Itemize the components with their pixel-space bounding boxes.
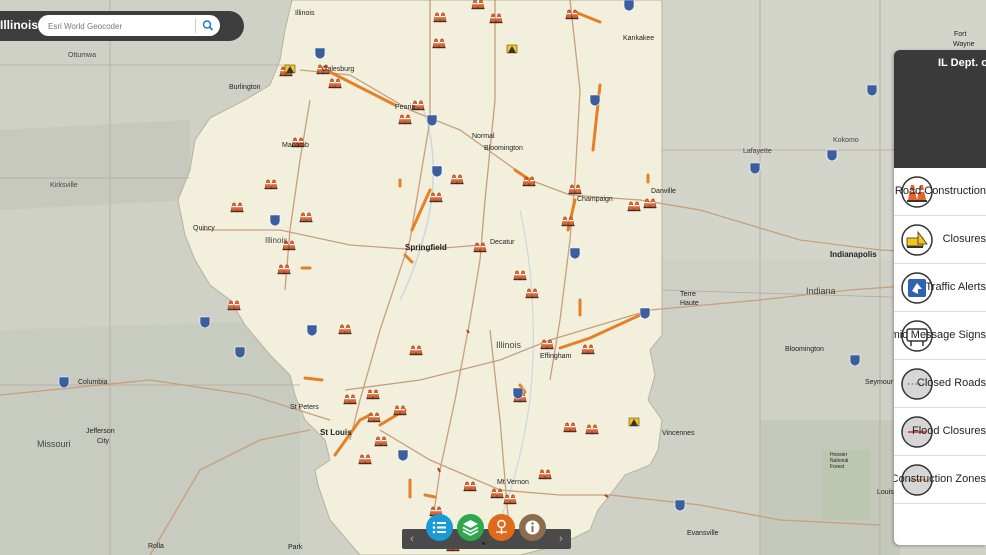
label-galesburg: Galesburg xyxy=(322,66,354,73)
label-illinois-west: Illinois xyxy=(265,236,287,245)
label-decatur: Decatur xyxy=(490,239,515,246)
label-effingham: Effingham xyxy=(540,353,572,360)
label-champaign: Champaign xyxy=(577,196,613,203)
legend-label: Flood Closures xyxy=(912,425,986,437)
toolbar-next-button[interactable]: › xyxy=(556,533,566,545)
app-title: Illinois xyxy=(0,18,39,32)
map-pin-icon xyxy=(496,519,507,534)
search-divider xyxy=(195,18,196,33)
legend-title: IL Dept. of Transportation xyxy=(938,57,986,69)
search-box[interactable] xyxy=(38,15,220,36)
label-indiana: Indiana xyxy=(806,286,836,296)
about-button[interactable] xyxy=(519,514,546,541)
label-kokomo: Kokomo xyxy=(833,137,859,144)
label-jefferson-city-2: City xyxy=(97,438,110,445)
label-st-peters: St Peters xyxy=(290,404,319,411)
label-jefferson-city-1: Jefferson xyxy=(86,428,115,435)
legend-label: Closed Roads xyxy=(916,377,986,389)
label-peoria: Peoria xyxy=(395,104,415,111)
label-fort-wayne-2: Wayne xyxy=(953,41,975,48)
legend-label: Traffic Alerts xyxy=(925,281,986,293)
list-icon xyxy=(432,521,446,534)
label-ottumwa: Ottumwa xyxy=(68,52,96,59)
label-missouri: Missouri xyxy=(37,439,71,449)
search-input[interactable] xyxy=(46,18,190,34)
label-rolla: Rolla xyxy=(148,543,164,550)
bottom-toolbar: ‹ › xyxy=(402,514,571,549)
label-park-hills-1: Park xyxy=(288,544,303,551)
label-seymour: Seymour xyxy=(865,379,894,386)
map-canvas[interactable]: Illinois Fort Wayne Kankakee Ottumwa Bur… xyxy=(0,0,986,555)
road-work-icon xyxy=(901,224,933,256)
toolbar-prev-button[interactable]: ‹ xyxy=(407,533,417,545)
legend-item-road-construction-zones[interactable]: Road Construction Zones xyxy=(894,456,986,504)
label-terre-haute-1: Terre xyxy=(680,291,696,298)
layers-button[interactable] xyxy=(457,514,484,541)
legend-header: IL Dept. of Transportation xyxy=(894,50,986,168)
search-button[interactable] xyxy=(199,17,217,34)
legend-item-closures[interactable]: Closures xyxy=(894,216,986,264)
search-icon xyxy=(202,20,214,31)
legend-label: Road Construction xyxy=(894,185,986,197)
label-lafayette: Lafayette xyxy=(743,148,772,155)
label-mt-vernon: Mt Vernon xyxy=(497,479,529,486)
legend-label: Road Construction Zones xyxy=(894,473,986,485)
label-st-louis: St Louis xyxy=(320,428,352,437)
label-illinois-top: Illinois xyxy=(295,10,315,17)
layers-icon xyxy=(462,520,479,536)
label-terre-haute-2: Haute xyxy=(680,300,699,307)
legend-label: Closures xyxy=(942,233,986,245)
legend-button[interactable] xyxy=(426,514,453,541)
label-indianapolis: Indianapolis xyxy=(830,250,877,259)
label-evansville: Evansville xyxy=(687,530,719,537)
label-macomb: Macomb xyxy=(282,142,309,149)
legend-item-road-construction[interactable]: Road Construction xyxy=(894,168,986,216)
active-indicator xyxy=(482,542,485,545)
info-icon xyxy=(525,520,540,535)
label-danville: Danville xyxy=(651,188,676,195)
legend-item-traffic-alerts[interactable]: Traffic Alerts xyxy=(894,264,986,312)
label-quincy: Quincy xyxy=(193,225,215,232)
label-bloomington-il: Bloomington xyxy=(484,145,523,152)
legend-item-dynamic-message-signs[interactable]: Dynamic Message Signs xyxy=(894,312,986,360)
label-springfield: Springfield xyxy=(405,243,447,252)
label-hoosier-3: Forest xyxy=(830,464,845,470)
label-kankakee: Kankakee xyxy=(623,35,654,42)
label-vincennes: Vincennes xyxy=(662,430,695,437)
legend-panel[interactable]: IL Dept. of Transportation Road Construc… xyxy=(894,50,986,545)
label-kirksville: Kirksville xyxy=(50,182,78,189)
label-columbia: Columbia xyxy=(78,379,108,386)
label-burlington: Burlington xyxy=(229,84,261,91)
legend-item-flood-closures[interactable]: Flood Closures xyxy=(894,408,986,456)
legend-item-closed-roads[interactable]: Closed Roads xyxy=(894,360,986,408)
label-bloomington-in: Bloomington xyxy=(785,346,824,353)
legend-label: Dynamic Message Signs xyxy=(894,329,986,341)
app-header: Illinois xyxy=(0,11,244,41)
label-fort-wayne-1: Fort xyxy=(954,31,967,38)
label-normal: Normal xyxy=(472,133,495,140)
basemap-button[interactable] xyxy=(488,514,515,541)
label-illinois-mid: Illinois xyxy=(496,340,522,350)
